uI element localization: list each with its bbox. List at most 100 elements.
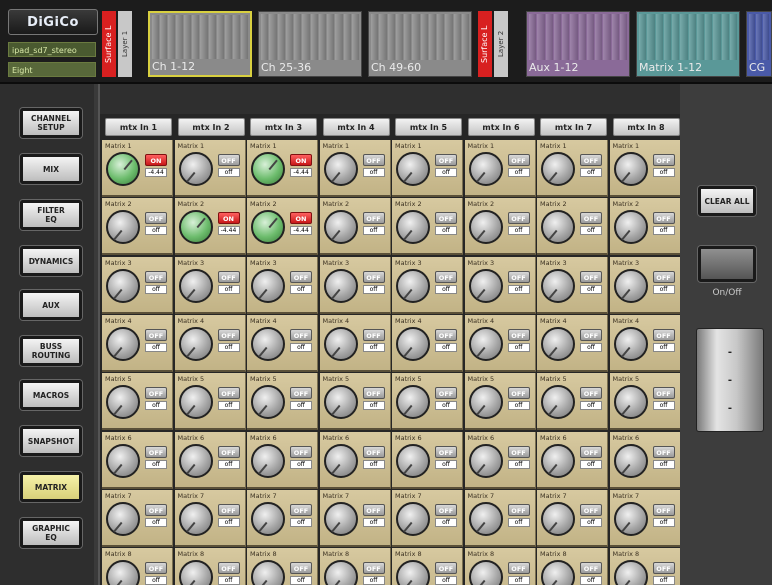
- menu-graphic-eq-button[interactable]: GRAPHIC EQ: [20, 518, 82, 548]
- layer-1-tag[interactable]: Layer 1: [118, 11, 132, 77]
- on-off-switch[interactable]: OFF: [507, 562, 530, 575]
- menu-channel-setup-button[interactable]: CHANNEL SETUP: [20, 108, 82, 138]
- level-knob[interactable]: [541, 385, 575, 420]
- on-off-switch[interactable]: OFF: [217, 387, 240, 400]
- level-knob[interactable]: [106, 326, 140, 361]
- level-knob[interactable]: [613, 443, 648, 478]
- on-off-switch[interactable]: OFF: [362, 387, 385, 400]
- on-off-switch[interactable]: OFF: [507, 154, 530, 166]
- level-knob[interactable]: [178, 268, 213, 303]
- level-knob[interactable]: [468, 326, 503, 361]
- on-off-switch[interactable]: OFF: [362, 212, 385, 225]
- level-knob[interactable]: [541, 326, 575, 361]
- on-off-switch[interactable]: OFF: [290, 328, 312, 341]
- on-off-switch[interactable]: ON: [290, 212, 312, 225]
- on-off-switch[interactable]: OFF: [362, 503, 385, 516]
- bank-4[interactable]: Aux 1-12: [526, 11, 630, 77]
- level-knob[interactable]: [541, 560, 575, 585]
- level-knob[interactable]: [613, 501, 648, 536]
- on-off-switch[interactable]: OFF: [145, 445, 167, 458]
- level-knob[interactable]: [106, 210, 140, 245]
- level-knob[interactable]: [323, 326, 358, 361]
- on-off-switch[interactable]: OFF: [580, 212, 602, 225]
- menu-mix-button[interactable]: MIX: [20, 154, 82, 184]
- on-off-switch[interactable]: OFF: [217, 270, 240, 283]
- bank-1[interactable]: Ch 1-12: [148, 11, 252, 77]
- on-off-switch[interactable]: OFF: [652, 562, 675, 575]
- on-off-switch[interactable]: OFF: [435, 503, 457, 516]
- level-knob[interactable]: [106, 385, 140, 420]
- menu-dynamics-button[interactable]: DYNAMICS: [20, 246, 82, 276]
- on-off-switch[interactable]: OFF: [580, 270, 602, 283]
- level-knob[interactable]: [541, 210, 575, 245]
- on-off-switch[interactable]: OFF: [652, 445, 675, 458]
- on-off-switch[interactable]: OFF: [652, 270, 675, 283]
- menu-matrix-button[interactable]: MATRIX: [20, 472, 82, 502]
- on-off-switch[interactable]: OFF: [580, 562, 602, 575]
- on-off-switch[interactable]: OFF: [290, 503, 312, 516]
- level-knob[interactable]: [178, 385, 213, 420]
- on-off-switch[interactable]: OFF: [145, 270, 167, 283]
- on-off-switch[interactable]: OFF: [435, 562, 457, 575]
- level-knob[interactable]: [106, 560, 140, 585]
- on-off-switch[interactable]: OFF: [217, 445, 240, 458]
- on-off-switch[interactable]: OFF: [145, 212, 167, 225]
- level-knob[interactable]: [396, 152, 430, 186]
- level-knob[interactable]: [178, 152, 213, 186]
- level-knob[interactable]: [541, 152, 575, 186]
- level-knob[interactable]: [178, 210, 213, 245]
- menu-buss-routing-button[interactable]: BUSS ROUTING: [20, 336, 82, 366]
- level-knob[interactable]: [178, 443, 213, 478]
- on-off-switch[interactable]: OFF: [435, 387, 457, 400]
- on-off-switch[interactable]: OFF: [507, 212, 530, 225]
- level-knob[interactable]: [613, 268, 648, 303]
- level-knob[interactable]: [251, 326, 285, 361]
- on-off-switch[interactable]: OFF: [652, 154, 675, 166]
- on-off-switch[interactable]: OFF: [362, 154, 385, 166]
- level-knob[interactable]: [106, 443, 140, 478]
- level-knob[interactable]: [251, 501, 285, 536]
- level-knob[interactable]: [251, 443, 285, 478]
- on-off-switch[interactable]: OFF: [217, 154, 240, 166]
- level-knob[interactable]: [468, 268, 503, 303]
- on-off-switch[interactable]: OFF: [145, 328, 167, 341]
- on-off-switch[interactable]: OFF: [507, 503, 530, 516]
- on-off-switch[interactable]: OFF: [145, 562, 167, 575]
- level-knob[interactable]: [323, 152, 358, 186]
- on-off-switch[interactable]: OFF: [290, 445, 312, 458]
- level-knob[interactable]: [541, 501, 575, 536]
- level-knob[interactable]: [613, 326, 648, 361]
- level-knob[interactable]: [613, 152, 648, 186]
- level-knob[interactable]: [106, 152, 140, 186]
- level-knob[interactable]: [106, 268, 140, 303]
- on-off-switch[interactable]: OFF: [652, 503, 675, 516]
- on-off-switch[interactable]: OFF: [290, 387, 312, 400]
- on-off-switch[interactable]: OFF: [507, 387, 530, 400]
- level-knob[interactable]: [613, 560, 648, 585]
- on-off-switch[interactable]: OFF: [362, 270, 385, 283]
- bank-2[interactable]: Ch 25-36: [258, 11, 362, 77]
- on-off-switch[interactable]: OFF: [435, 270, 457, 283]
- on-off-switch[interactable]: OFF: [145, 503, 167, 516]
- level-knob[interactable]: [251, 210, 285, 245]
- on-off-switch[interactable]: OFF: [362, 562, 385, 575]
- level-knob[interactable]: [396, 268, 430, 303]
- level-knob[interactable]: [178, 326, 213, 361]
- on-off-switch[interactable]: ON: [217, 212, 240, 225]
- on-off-switch[interactable]: OFF: [580, 154, 602, 166]
- on-off-switch[interactable]: OFF: [652, 212, 675, 225]
- level-knob[interactable]: [396, 326, 430, 361]
- on-off-switch[interactable]: OFF: [217, 328, 240, 341]
- on-off-switch[interactable]: ON: [290, 154, 312, 166]
- level-knob[interactable]: [468, 152, 503, 186]
- level-knob[interactable]: [613, 385, 648, 420]
- menu-filter-eq-button[interactable]: FILTER EQ: [20, 200, 82, 230]
- on-off-switch[interactable]: OFF: [580, 503, 602, 516]
- on-off-switch[interactable]: OFF: [290, 270, 312, 283]
- level-knob[interactable]: [468, 501, 503, 536]
- on-off-switch[interactable]: OFF: [435, 212, 457, 225]
- level-knob[interactable]: [396, 210, 430, 245]
- on-off-switch[interactable]: OFF: [435, 154, 457, 166]
- level-knob[interactable]: [251, 560, 285, 585]
- level-knob[interactable]: [468, 443, 503, 478]
